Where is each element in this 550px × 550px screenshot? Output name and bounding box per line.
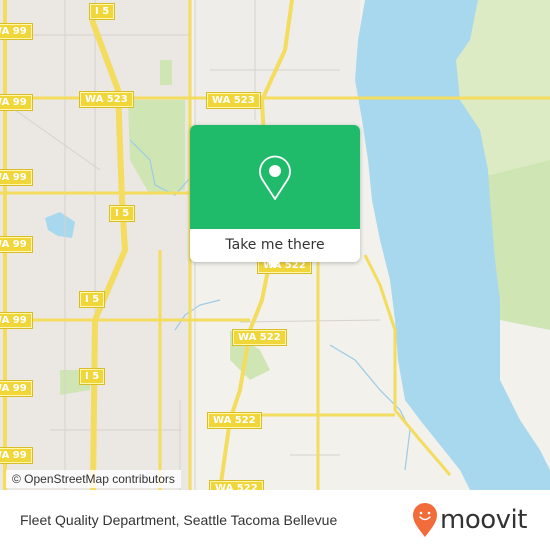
road-shield-wa99: WA 99 <box>0 94 33 111</box>
road-shield-wa523: WA 523 <box>206 92 261 109</box>
road-shield-wa523: WA 523 <box>79 91 134 108</box>
map[interactable]: I 5 WA 99 WA 523 WA 523 WA 99 WA 99 I 5 … <box>0 0 550 490</box>
road-shield-i5: I 5 <box>78 291 106 308</box>
map-attribution[interactable]: © OpenStreetMap contributors <box>6 470 181 488</box>
road-shield-i5: I 5 <box>78 368 106 385</box>
popup-header <box>190 125 360 229</box>
moovit-logo-icon <box>413 503 437 537</box>
road-shield-wa99: WA 99 <box>0 169 33 186</box>
footer: Fleet Quality Department, Seattle Tacoma… <box>0 490 550 550</box>
park <box>160 60 172 85</box>
road-shield-wa99: WA 99 <box>0 23 33 40</box>
location-popup: Take me there <box>190 125 360 268</box>
road-shield-i5: I 5 <box>88 3 116 20</box>
road-shield-wa99: WA 99 <box>0 380 33 397</box>
place-title: Fleet Quality Department, Seattle Tacoma… <box>20 512 338 528</box>
popup-pointer <box>265 259 283 268</box>
road-shield-wa522: WA 522 <box>209 480 264 490</box>
map-pin-icon <box>259 155 291 200</box>
road-shield-wa99: WA 99 <box>0 236 33 253</box>
road-shield-wa522: WA 522 <box>207 412 262 429</box>
road-shield-wa99: WA 99 <box>0 447 33 464</box>
stream <box>329 344 411 471</box>
road-shield-wa522: WA 522 <box>232 329 287 346</box>
road-shield-i5: I 5 <box>108 205 136 222</box>
road-shield-wa99: WA 99 <box>0 312 33 329</box>
take-me-there-button[interactable]: Take me there <box>190 229 360 262</box>
moovit-brand[interactable]: moovit <box>440 505 527 535</box>
